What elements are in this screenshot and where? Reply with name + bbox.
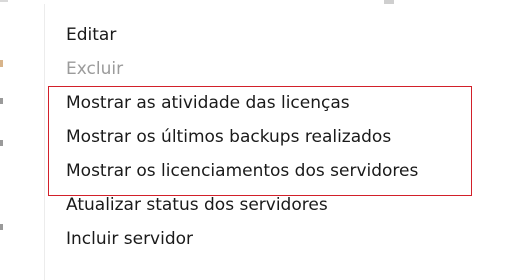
background-window-edge: [0, 0, 8, 2]
menu-item-mostrar-atividade-licencas[interactable]: Mostrar as atividade das licenças: [8, 86, 521, 120]
menu-item-incluir-servidor[interactable]: Incluir servidor: [8, 222, 521, 256]
menu-item-mostrar-ultimos-backups[interactable]: Mostrar os últimos backups realizados: [8, 120, 521, 154]
background-window-fragment: [0, 98, 3, 104]
background-window-fragment: [0, 60, 3, 67]
menu-item-mostrar-licenciamentos-servidores[interactable]: Mostrar os licenciamentos dos servidores: [8, 154, 521, 188]
context-menu: Editar Excluir Mostrar as atividade das …: [8, 4, 521, 280]
background-window-fragment: [0, 140, 3, 146]
menu-item-atualizar-status-servidores[interactable]: Atualizar status dos servidores: [8, 188, 521, 222]
menu-item-excluir: Excluir: [66, 59, 124, 79]
menu-item-editar[interactable]: Editar: [8, 18, 521, 52]
background-window-fragment: [0, 224, 3, 230]
context-menu-list: Editar Excluir Mostrar as atividade das …: [8, 18, 521, 256]
screenshot-page: Editar Excluir Mostrar as atividade das …: [0, 0, 521, 280]
